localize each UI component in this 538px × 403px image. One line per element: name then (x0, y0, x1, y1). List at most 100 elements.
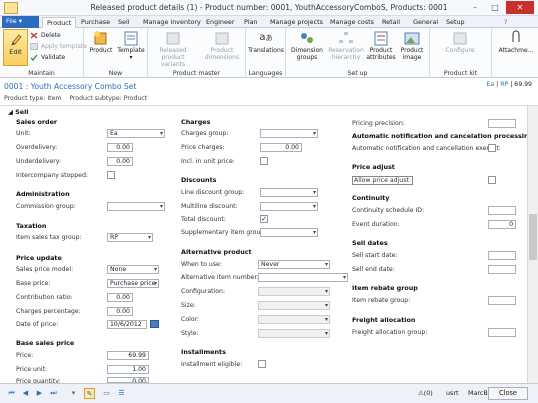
pricing-precision-input[interactable] (488, 119, 516, 128)
notes-icon[interactable]: ▭ (101, 388, 112, 399)
factbox-links: Ea | RP | 69.99 (486, 81, 532, 88)
tab-manage-costs[interactable]: Manage costs (326, 17, 378, 28)
commission-group-select[interactable] (107, 202, 165, 211)
item-rebate-heading: Item rebate group (352, 284, 418, 292)
notifications-badge[interactable]: ⚠(0) (418, 389, 433, 397)
tab-purchase[interactable]: Purchase (77, 17, 114, 28)
previous-record-icon[interactable]: ◀ (20, 388, 31, 399)
translations-button[interactable]: aあ Translations (248, 30, 284, 54)
tab-retail[interactable]: Retail (378, 17, 404, 28)
close-window-button[interactable]: ✕ (506, 1, 534, 14)
tab-product[interactable]: Product (42, 17, 77, 28)
pencil-icon (10, 33, 22, 47)
tab-sell[interactable]: Sell (114, 17, 134, 28)
configure-icon (451, 30, 469, 46)
edit-mode-icon[interactable]: ✎ (84, 388, 95, 399)
item-rebate-group-input[interactable] (488, 296, 516, 305)
intercompany-stopped-checkbox[interactable] (107, 171, 115, 179)
next-record-icon[interactable]: ▶ (34, 388, 45, 399)
first-record-icon[interactable]: ⏮ (6, 388, 17, 399)
link-unit[interactable]: Ea (486, 81, 494, 88)
close-button[interactable]: Close (488, 387, 528, 400)
reservation-hierarchy-button[interactable]: Reservation hierarchy (326, 30, 366, 61)
image-icon (403, 30, 421, 46)
validate-button[interactable]: Validate (30, 53, 65, 62)
product-dimensions-button[interactable]: Product dimensions (200, 30, 244, 61)
price-adjust-heading: Price adjust (352, 163, 395, 171)
configuration-select[interactable] (258, 287, 330, 296)
size-select[interactable] (258, 301, 330, 310)
total-discount-checkbox[interactable]: ✓ (260, 215, 268, 223)
help-icon[interactable]: ? (500, 17, 511, 28)
product-image-button[interactable]: Product image (396, 30, 428, 61)
new-product-button[interactable]: Product (88, 30, 114, 54)
item-sales-tax-select[interactable]: RP (107, 233, 153, 242)
when-to-use-select[interactable]: Never (258, 260, 330, 269)
discounts-heading: Discounts (181, 176, 217, 184)
group-languages: aあ Translations Languages (246, 28, 286, 78)
style-select[interactable] (258, 329, 330, 338)
new-product-icon (92, 30, 110, 46)
configure-button[interactable]: Configure (440, 30, 480, 54)
incl-in-unit-price-checkbox[interactable] (260, 157, 268, 165)
scrollbar-thumb[interactable] (529, 214, 537, 260)
tab-general[interactable]: General (409, 17, 442, 28)
tab-manage-projects[interactable]: Manage projects (266, 17, 327, 28)
link-price: 69.99 (514, 81, 532, 88)
price-unit-input[interactable]: 1.00 (107, 365, 149, 374)
auto-notification-heading: Automatic notification and cancelation p… (352, 132, 534, 140)
last-record-icon[interactable]: ⏭ (48, 388, 59, 399)
ribbon: Edit Delete Apply template Validate Main… (0, 28, 538, 78)
tab-engineer[interactable]: Engineer (202, 17, 238, 28)
tab-file[interactable]: File ▾ (2, 16, 39, 28)
color-select[interactable] (258, 315, 330, 324)
tab-manage-inventory[interactable]: Manage inventory (139, 17, 205, 28)
window-title: Released product details (1) - Product n… (90, 3, 448, 12)
installment-eligible-checkbox[interactable] (258, 360, 266, 368)
delete-button[interactable]: Delete (30, 31, 61, 40)
released-variants-button[interactable]: Released product variants (150, 30, 196, 68)
maximize-button[interactable]: □ (486, 1, 504, 14)
calendar-icon[interactable] (150, 320, 159, 328)
dimension-groups-button[interactable]: Dimension groups (288, 30, 326, 61)
tab-plan[interactable]: Plan (240, 17, 262, 28)
template-menu-button[interactable]: Template ▾ (116, 30, 146, 61)
variants-icon (164, 30, 182, 46)
event-duration-input[interactable]: 0 (488, 220, 516, 229)
charges-group-select[interactable] (260, 129, 318, 138)
sales-price-model-select[interactable]: None (107, 265, 159, 274)
underdelivery-input[interactable]: 0.00 (107, 157, 133, 166)
alternative-item-number-select[interactable] (258, 273, 348, 282)
supplementary-item-group-select[interactable] (260, 228, 318, 237)
allow-price-adjust-checkbox[interactable] (488, 176, 496, 184)
product-attributes-button[interactable]: Product attributes (366, 30, 396, 61)
sell-end-date-input[interactable] (488, 265, 516, 274)
sell-start-date-input[interactable] (488, 251, 516, 260)
base-price-select[interactable]: Purchase price (107, 279, 159, 288)
link-tax-group[interactable]: RP (500, 81, 508, 88)
status-bar: ⏮ ◀ ▶ ⏭ ▾ ✎ ▭ ☰ ⚠(0) usrt MarcB Close (0, 383, 538, 403)
vertical-scrollbar[interactable] (527, 106, 538, 383)
notification-exempt-checkbox[interactable] (488, 144, 496, 152)
price-input[interactable]: 69.99 (107, 351, 149, 360)
attachments-button[interactable]: Attachme... (496, 30, 536, 54)
freight-allocation-group-input[interactable] (488, 328, 516, 337)
fasttab-header[interactable]: ◢ Sell (8, 108, 28, 116)
edit-button[interactable]: Edit (3, 29, 28, 66)
line-discount-group-select[interactable] (260, 188, 318, 197)
tab-setup[interactable]: Setup (442, 17, 469, 28)
minimize-button[interactable]: – (466, 1, 484, 14)
continuity-schedule-input[interactable] (488, 206, 516, 215)
charges-percentage-input[interactable]: 0.00 (107, 307, 133, 316)
price-charges-input[interactable]: 0.00 (260, 143, 302, 152)
status-company: MarcB (468, 389, 488, 397)
multiline-discount-select[interactable] (260, 202, 318, 211)
date-of-price-input[interactable]: 10/6/2012 (107, 320, 147, 329)
unit-select[interactable]: Ea (107, 129, 165, 138)
table-view-icon[interactable]: ☰ (116, 388, 127, 399)
base-sales-price-heading: Base sales price (16, 339, 75, 347)
filter-icon[interactable]: ▾ (68, 388, 79, 399)
apply-template-button[interactable]: Apply template (30, 42, 87, 51)
contribution-ratio-input[interactable]: 0.00 (107, 293, 133, 302)
overdelivery-input[interactable]: 0.00 (107, 143, 133, 152)
